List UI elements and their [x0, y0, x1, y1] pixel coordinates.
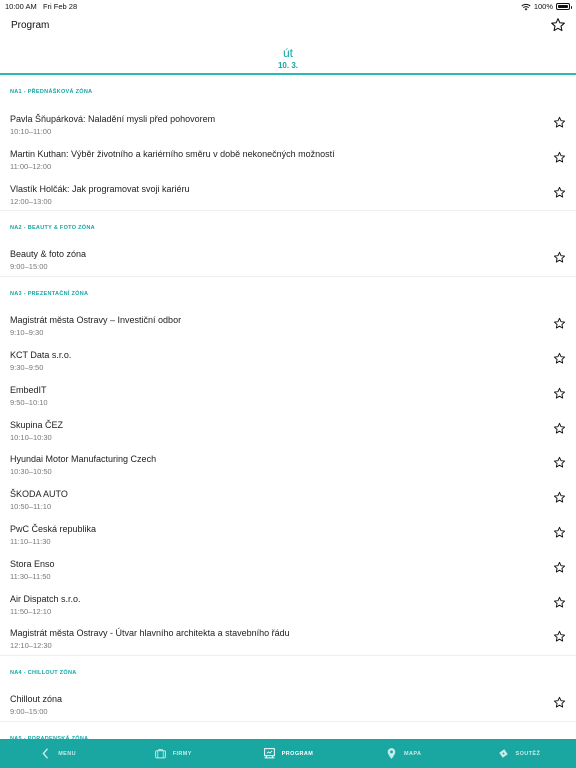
day-date: 10. 3.: [277, 61, 298, 70]
favorite-star-icon[interactable]: [553, 456, 566, 469]
favorite-star-icon[interactable]: [553, 526, 566, 539]
program-item[interactable]: Pavla Šňupárková: Naladění mysli před po…: [0, 106, 576, 141]
map-pin-icon: [387, 748, 396, 759]
briefcase-icon: [154, 748, 166, 759]
program-item-time: 9:30–9:50: [10, 362, 44, 372]
status-right: 100%: [521, 2, 572, 11]
program-item-title: Hyundai Motor Manufacturing Czech: [10, 454, 157, 465]
favorite-star-icon[interactable]: [553, 116, 566, 129]
tab-label: MAPA: [404, 750, 422, 757]
program-item-time: 10:10–10:30: [10, 432, 52, 442]
program-item[interactable]: Magistrát města Ostravy - Útvar hlavního…: [0, 620, 576, 655]
program-item-title: Skupina ČEZ: [10, 419, 64, 430]
program-item-time: 9:00–15:00: [10, 262, 48, 272]
section-header: NA5 - PORADENSKÁ ZÓNA: [0, 720, 576, 739]
program-item-time: 11:00–12:00: [10, 161, 52, 171]
favorite-star-icon[interactable]: [553, 630, 566, 643]
program-item-title: Stora Enso: [10, 558, 55, 569]
favorite-star-icon[interactable]: [553, 491, 566, 504]
favorite-star-icon[interactable]: [553, 186, 566, 199]
ticket-icon: [498, 749, 508, 758]
program-item-title: Beauty & foto zóna: [10, 249, 87, 260]
program-item-time: 9:00–15:00: [10, 707, 48, 717]
program-item-time: 10:50–11:10: [10, 502, 52, 512]
favorite-star-icon[interactable]: [553, 151, 566, 164]
status-time-date: 10:00 AM Fri Feb 28: [5, 2, 78, 11]
favorites-star-icon[interactable]: [550, 17, 566, 33]
program-item[interactable]: Vlastík Holčák: Jak programovat svoji ka…: [0, 176, 576, 211]
program-item[interactable]: Magistrát města Ostravy – Investiční odb…: [0, 307, 576, 342]
section-title: NA4 - CHILLOUT ZÓNA: [10, 670, 77, 677]
program-item-title: Pavla Šňupárková: Naladění mysli před po…: [10, 114, 216, 124]
favorite-star-icon[interactable]: [553, 352, 566, 365]
tab-soutez[interactable]: SOUTĚŽ: [461, 739, 576, 768]
battery-percent: 100%: [533, 2, 553, 11]
program-item-title: Magistrát města Ostravy - Útvar hlavního…: [10, 628, 290, 639]
battery-icon: [556, 3, 572, 10]
page-title: Program: [11, 20, 50, 31]
program-item-time: 11:10–11:30: [10, 536, 51, 546]
chevron-left-icon: [42, 748, 49, 759]
program-item-title: EmbedIT: [10, 384, 47, 395]
program-item[interactable]: PwC Česká republika 11:10–11:30: [0, 516, 576, 551]
program-item[interactable]: Hyundai Motor Manufacturing Czech 10:30–1…: [0, 446, 576, 481]
tab-label: SOUTĚŽ: [515, 750, 541, 757]
program-item-time: 9:10–9:30: [10, 328, 44, 338]
nav-bar: Program: [0, 12, 576, 42]
day-name: út: [282, 46, 293, 60]
program-item[interactable]: Beauty & foto zóna 9:00–15:00: [0, 241, 576, 276]
program-item-title: Chillout zóna: [10, 694, 63, 705]
program-item-time: 11:30–11:50: [10, 571, 51, 581]
section-title: NA2 - BEAUTY & FOTO ZÓNA: [10, 225, 95, 232]
program-item-title: Air Dispatch s.r.o.: [10, 593, 81, 604]
program-item[interactable]: Air Dispatch s.r.o. 11:50–12:10: [0, 586, 576, 621]
program-item-title: KCT Data s.r.o.: [10, 349, 72, 360]
tab-label: MENU: [58, 750, 76, 757]
program-item-title: Martin Kuthan: Výběr životního a kariérn…: [10, 148, 335, 159]
favorite-star-icon[interactable]: [553, 696, 566, 709]
wifi-icon: [521, 3, 531, 10]
presentation-icon: [263, 748, 275, 759]
status-bar: 10:00 AM Fri Feb 28 100%: [0, 0, 576, 12]
program-item[interactable]: Skupina ČEZ 10:10–10:30: [0, 412, 576, 447]
favorite-star-icon[interactable]: [553, 251, 566, 264]
program-item-time: 12:10–12:30: [10, 641, 52, 651]
program-item[interactable]: ŠKODA AUTO 10:50–11:10: [0, 481, 576, 516]
program-item-time: 11:50–12:10: [10, 606, 52, 616]
section-header: NA3 - PREZENTAČNÍ ZÓNA: [0, 276, 576, 307]
tab-firmy[interactable]: FIRMY: [115, 739, 230, 768]
section-header: NA1 - PŘEDNÁŠKOVÁ ZÓNA: [0, 75, 576, 106]
tab-menu[interactable]: MENU: [0, 739, 115, 768]
tab-label: FIRMY: [172, 750, 192, 757]
favorite-star-icon[interactable]: [553, 561, 566, 574]
section-title: NA1 - PŘEDNÁŠKOVÁ ZÓNA: [10, 89, 93, 95]
program-list[interactable]: NA1 - PŘEDNÁŠKOVÁ ZÓNA Pavla Šňupárková: …: [0, 75, 576, 739]
tab-mapa[interactable]: MAPA: [346, 739, 461, 768]
favorite-star-icon[interactable]: [553, 387, 566, 400]
section-title: NA3 - PREZENTAČNÍ ZÓNA: [10, 291, 89, 298]
program-item[interactable]: EmbedIT 9:50–10:10: [0, 377, 576, 412]
day-tab[interactable]: út 10. 3.: [0, 42, 576, 75]
program-item-title: PwC Česká republika: [10, 523, 97, 534]
program-item-time: 10:10–11:00: [10, 127, 52, 136]
program-item-time: 12:00–13:00: [10, 196, 52, 206]
program-item-title: ŠKODA AUTO: [10, 489, 68, 500]
tab-bar: MENU FIRMY PROGRAM MAPA SOUTĚŽ: [0, 739, 576, 768]
section-header: NA4 - CHILLOUT ZÓNA: [0, 655, 576, 686]
section-header: NA2 - BEAUTY & FOTO ZÓNA: [0, 210, 576, 241]
favorite-star-icon[interactable]: [553, 317, 566, 330]
program-item[interactable]: Martin Kuthan: Výběr životního a kariérn…: [0, 141, 576, 176]
program-item-time: 9:50–10:10: [10, 397, 48, 407]
program-item[interactable]: KCT Data s.r.o. 9:30–9:50: [0, 342, 576, 377]
tab-program[interactable]: PROGRAM: [230, 739, 345, 768]
favorite-star-icon[interactable]: [553, 596, 566, 609]
program-item-title: Vlastík Holčák: Jak programovat svoji ka…: [10, 183, 190, 194]
program-item-time: 10:30–10:50: [10, 467, 52, 477]
program-item-title: Magistrát města Ostravy – Investiční odb…: [10, 315, 182, 326]
favorite-star-icon[interactable]: [553, 422, 566, 435]
program-item[interactable]: Chillout zóna 9:00–15:00: [0, 686, 576, 721]
program-item[interactable]: Stora Enso 11:30–11:50: [0, 551, 576, 586]
tab-label: PROGRAM: [281, 750, 314, 757]
